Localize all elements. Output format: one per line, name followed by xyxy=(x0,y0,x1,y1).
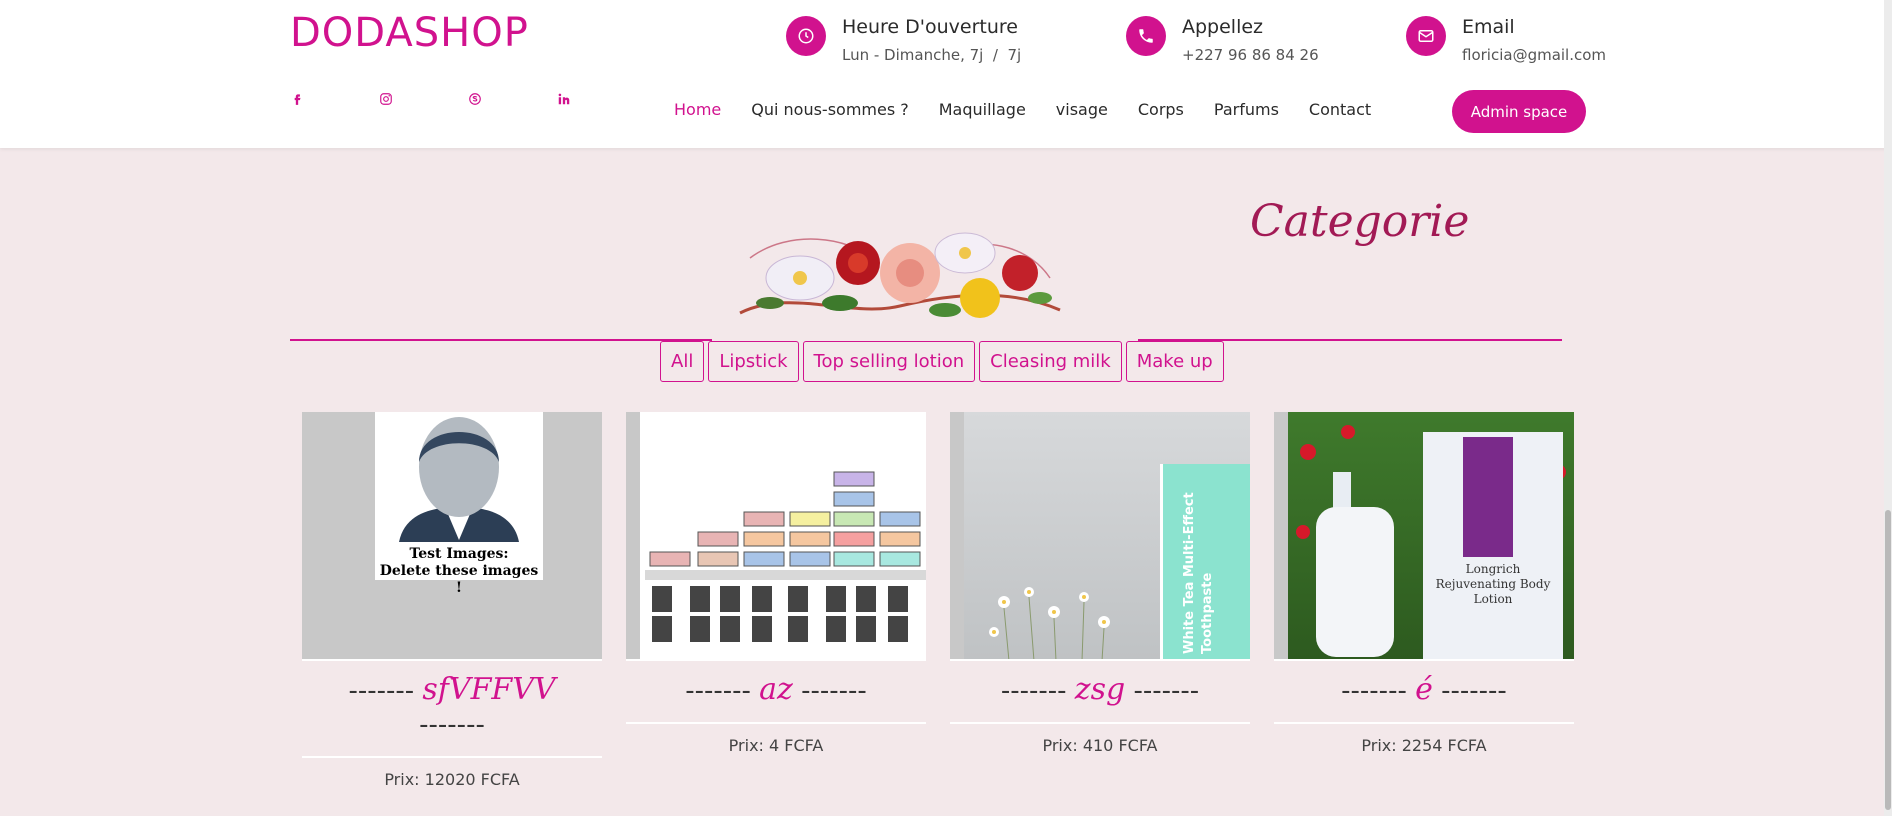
product-image[interactable]: Longrich Rejuvenating Body Lotion xyxy=(1274,412,1574,661)
opening-hours: Heure D'ouverture Lun - Dimanche, 7j / 7… xyxy=(786,16,1021,64)
clock-icon xyxy=(786,16,826,56)
skype-icon[interactable] xyxy=(468,92,557,112)
daisy-flowers xyxy=(974,562,1134,659)
card-divider xyxy=(626,722,926,724)
placeholder-image: Test Images: Delete these images ! xyxy=(375,412,543,596)
nav-contact[interactable]: Contact xyxy=(1309,100,1371,119)
lotion-label: Longrich Rejuvenating Body Lotion xyxy=(1435,562,1551,606)
timeline-diagram-image xyxy=(640,412,926,659)
social-links xyxy=(290,92,646,112)
product-card[interactable]: Longrich Rejuvenating Body Lotion ------… xyxy=(1274,412,1574,755)
card-divider xyxy=(950,722,1250,724)
scrollbar-track[interactable] xyxy=(1884,0,1892,816)
product-name: ------- az ------- xyxy=(685,672,867,707)
section-title: Categorie xyxy=(1250,196,1470,247)
flower-decoration xyxy=(739,232,1061,318)
lotion-photo: Longrich Rejuvenating Body Lotion xyxy=(1288,412,1574,659)
toothpaste-box: White Tea Multi-Effect Toothpaste xyxy=(1160,464,1250,659)
placeholder-caption: Test Images: Delete these images ! xyxy=(379,546,539,596)
linkedin-icon[interactable] xyxy=(557,92,646,112)
product-image[interactable] xyxy=(626,412,926,661)
toothpaste-photo: White Tea Multi-Effect Toothpaste xyxy=(964,412,1250,659)
avatar-silhouette-icon xyxy=(399,417,519,542)
phone-info: Appellez +227 96 86 84 26 xyxy=(1126,16,1319,64)
product-price: Prix: 12020 FCFA xyxy=(384,770,520,789)
product-card[interactable]: Test Images: Delete these images ! -----… xyxy=(302,412,602,789)
product-name: ------- é ------- xyxy=(1341,672,1507,707)
scrollbar-thumb[interactable] xyxy=(1885,510,1891,810)
product-image[interactable]: White Tea Multi-Effect Toothpaste xyxy=(950,412,1250,661)
email-title: Email xyxy=(1462,16,1515,38)
nav-about[interactable]: Qui nous-sommes ? xyxy=(751,100,909,119)
nav-parfums[interactable]: Parfums xyxy=(1214,100,1279,119)
product-name: ------- sfVFFVV ------- xyxy=(348,672,556,741)
hours-title: Heure D'ouverture xyxy=(842,16,1018,38)
mail-icon xyxy=(1406,16,1446,56)
product-image[interactable]: Test Images: Delete these images ! xyxy=(302,412,602,661)
brand-logo[interactable]: DODASHOP xyxy=(290,10,529,56)
filter-top-selling-lotion[interactable]: Top selling lotion xyxy=(802,341,976,382)
product-price: Prix: 410 FCFA xyxy=(1042,736,1158,755)
site-header: DODASHOP Heure D'ouverture Lun - Dimanch… xyxy=(0,0,1892,148)
filter-lipstick[interactable]: Lipstick xyxy=(708,341,799,382)
product-price: Prix: 2254 FCFA xyxy=(1361,736,1487,755)
email-address[interactable]: floricia@gmail.com xyxy=(1462,46,1606,64)
card-divider xyxy=(302,756,602,758)
admin-space-button[interactable]: Admin space xyxy=(1452,90,1586,133)
product-price: Prix: 4 FCFA xyxy=(728,736,824,755)
hours-value: Lun - Dimanche, 7j / 7j xyxy=(842,46,1022,64)
divider-left xyxy=(290,339,712,341)
phone-icon xyxy=(1126,16,1166,56)
nav-home[interactable]: Home xyxy=(674,100,721,119)
filter-cleasing-milk[interactable]: Cleasing milk xyxy=(979,341,1122,382)
nav-visage[interactable]: visage xyxy=(1056,100,1108,119)
phone-title: Appellez xyxy=(1182,16,1264,38)
facebook-icon[interactable] xyxy=(290,92,379,112)
card-divider xyxy=(1274,722,1574,724)
main-nav: Home Qui nous-sommes ? Maquillage visage… xyxy=(674,100,1371,119)
filter-all[interactable]: All xyxy=(660,341,705,382)
nav-corps[interactable]: Corps xyxy=(1138,100,1184,119)
product-card[interactable]: White Tea Multi-Effect Toothpaste ------… xyxy=(950,412,1250,755)
category-filters: All Lipstick Top selling lotion Cleasing… xyxy=(660,341,1224,382)
product-card[interactable]: ------- az ------- Prix: 4 FCFA xyxy=(626,412,926,755)
email-info: Email floricia@gmail.com xyxy=(1406,16,1606,64)
instagram-icon[interactable] xyxy=(379,92,468,112)
phone-number[interactable]: +227 96 86 84 26 xyxy=(1182,46,1319,64)
filter-make-up[interactable]: Make up xyxy=(1125,341,1224,382)
nav-maquillage[interactable]: Maquillage xyxy=(939,100,1026,119)
product-name: ------- zsg ------- xyxy=(1000,672,1200,707)
